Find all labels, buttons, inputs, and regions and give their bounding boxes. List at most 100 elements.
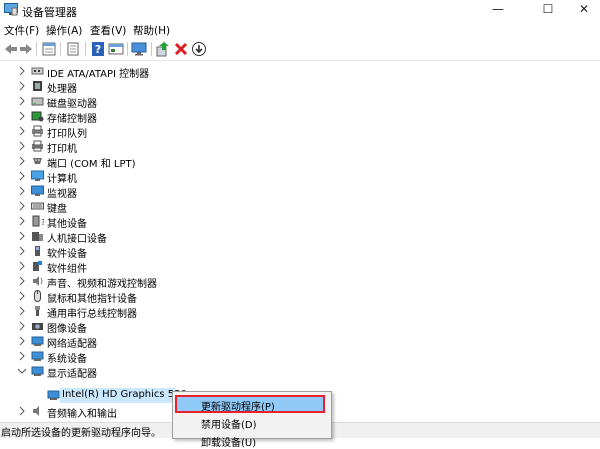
sound-icon [33, 276, 43, 286]
tree-label: 其他设备 [47, 219, 87, 230]
print-queue-icon [32, 125, 43, 137]
hid-icon [32, 232, 43, 241]
svg-text:?: ? [41, 218, 44, 227]
menu-help[interactable]: 帮助(H) [133, 23, 170, 38]
tree-node-ide[interactable]: IDE ATA/ATAPI 控制器 [0, 64, 600, 80]
tree-label: 存储控制器 [47, 114, 97, 125]
tree-node-keyboard[interactable]: 键盘 [0, 199, 600, 215]
chevron-right-icon[interactable] [17, 336, 27, 346]
menu-action[interactable]: 操作(A) [46, 23, 82, 38]
forward-icon[interactable] [18, 41, 34, 57]
chevron-right-icon[interactable] [17, 96, 27, 106]
chevron-right-icon[interactable] [17, 351, 27, 361]
chevron-right-icon[interactable] [17, 66, 27, 76]
tree-label: 计算机 [47, 174, 77, 185]
help-icon[interactable]: ? [90, 41, 106, 57]
tree-node-usb[interactable]: 通用串行总线控制器 [0, 304, 600, 320]
chevron-right-icon[interactable] [17, 156, 27, 166]
display-adapter-icon [47, 390, 60, 400]
update-driver-icon[interactable] [155, 41, 171, 57]
tree-node-network[interactable]: 网络适配器 [0, 334, 600, 350]
network-icon [31, 336, 44, 346]
title-bar: 设备管理器 — ☐ ✕ [0, 0, 600, 22]
tree-label: 声音、视频和游戏控制器 [47, 279, 157, 290]
tree-label: 打印队列 [47, 129, 87, 140]
tree-node-disk[interactable]: 磁盘驱动器 [0, 94, 600, 110]
tree-label: 打印机 [47, 144, 77, 155]
tree-node-processor[interactable]: 处理器 [0, 79, 600, 95]
menu-view[interactable]: 查看(V) [90, 23, 126, 38]
tree-node-storage[interactable]: 存储控制器 [0, 109, 600, 125]
usb-icon [35, 306, 40, 316]
maximize-button[interactable]: ☐ [532, 0, 564, 18]
uninstall-icon[interactable] [173, 41, 189, 57]
minimize-button[interactable]: — [482, 0, 514, 18]
chevron-right-icon[interactable] [17, 126, 27, 136]
tree-label: 处理器 [47, 84, 77, 95]
chevron-right-icon[interactable] [17, 171, 27, 181]
uninstall-device-menu-item[interactable]: 卸载设备(U) [173, 432, 331, 449]
tree-label: 端口 (COM 和 LPT) [47, 159, 136, 170]
menu-bar: 文件(F) 操作(A) 查看(V) 帮助(H) [0, 22, 600, 38]
tree-label: 鼠标和其他指针设备 [47, 294, 137, 305]
tree-node-system[interactable]: 系统设备 [0, 349, 600, 365]
tree-node-printer[interactable]: 打印机 [0, 139, 600, 155]
tree-label: IDE ATA/ATAPI 控制器 [47, 69, 150, 80]
chevron-down-icon[interactable] [17, 366, 27, 376]
properties-icon[interactable] [41, 41, 57, 57]
tree-label: 键盘 [47, 204, 67, 215]
ide-controller-icon [31, 67, 44, 75]
tree-node-software-component[interactable]: 软件组件 [0, 259, 600, 275]
show-hidden-icon[interactable] [65, 41, 81, 57]
toolbar: ? [0, 38, 600, 61]
close-button[interactable]: ✕ [568, 0, 600, 18]
system-device-icon [31, 351, 44, 361]
chevron-right-icon[interactable] [17, 306, 27, 316]
tree-node-sound[interactable]: 声音、视频和游戏控制器 [0, 274, 600, 290]
chevron-right-icon[interactable] [17, 111, 27, 121]
tree-node-computer[interactable]: 计算机 [0, 169, 600, 185]
menu-file[interactable]: 文件(F) [4, 23, 39, 38]
chevron-right-icon[interactable] [17, 321, 27, 331]
chevron-right-icon[interactable] [17, 406, 27, 416]
tree-node-print-queue[interactable]: 打印队列 [0, 124, 600, 140]
chevron-right-icon[interactable] [17, 261, 27, 271]
window-title: 设备管理器 [22, 6, 77, 19]
tree-node-mouse[interactable]: 鼠标和其他指针设备 [0, 289, 600, 305]
tree-label: 软件设备 [47, 249, 87, 260]
menu-item-label: 更新驱动程序(P) [201, 402, 275, 413]
chevron-right-icon[interactable] [17, 231, 27, 241]
storage-controller-icon [31, 111, 44, 122]
tree-node-port[interactable]: 端口 (COM 和 LPT) [0, 154, 600, 170]
tree-label: 监视器 [47, 189, 77, 200]
tree-node-other-devices[interactable]: ? 其他设备 [0, 214, 600, 230]
camera-icon [32, 323, 43, 330]
tree-label: 音频输入和输出 [47, 409, 117, 420]
tree-node-display-adapter[interactable]: 显示适配器 [0, 364, 600, 380]
chevron-right-icon[interactable] [17, 276, 27, 286]
chevron-right-icon[interactable] [17, 141, 27, 151]
view-resources-icon[interactable] [108, 41, 124, 57]
tree-label: 系统设备 [47, 354, 87, 365]
chevron-right-icon[interactable] [17, 216, 27, 226]
device-manager-icon [4, 3, 18, 16]
tree-node-camera[interactable]: 图像设备 [0, 319, 600, 335]
monitor-icon[interactable] [131, 41, 147, 57]
tree-node-monitor[interactable]: 监视器 [0, 184, 600, 200]
chevron-right-icon[interactable] [17, 186, 27, 196]
chevron-right-icon[interactable] [17, 201, 27, 211]
tree-label: 人机接口设备 [47, 234, 107, 245]
tree-node-software-device[interactable]: 软件设备 [0, 244, 600, 260]
chevron-right-icon[interactable] [17, 246, 27, 256]
back-icon[interactable] [3, 41, 19, 57]
tree-label: 磁盘驱动器 [47, 99, 97, 110]
other-devices-icon: ? [32, 215, 44, 227]
update-driver-menu-item[interactable]: 更新驱动程序(P) [173, 396, 331, 413]
download-icon[interactable] [191, 41, 207, 57]
disable-device-menu-item[interactable]: 禁用设备(D) [173, 414, 331, 431]
chevron-right-icon[interactable] [17, 81, 27, 91]
software-component-icon [33, 261, 42, 271]
chevron-right-icon[interactable] [17, 291, 27, 301]
display-adapter-icon [31, 366, 44, 376]
tree-node-hid[interactable]: 人机接口设备 [0, 229, 600, 245]
